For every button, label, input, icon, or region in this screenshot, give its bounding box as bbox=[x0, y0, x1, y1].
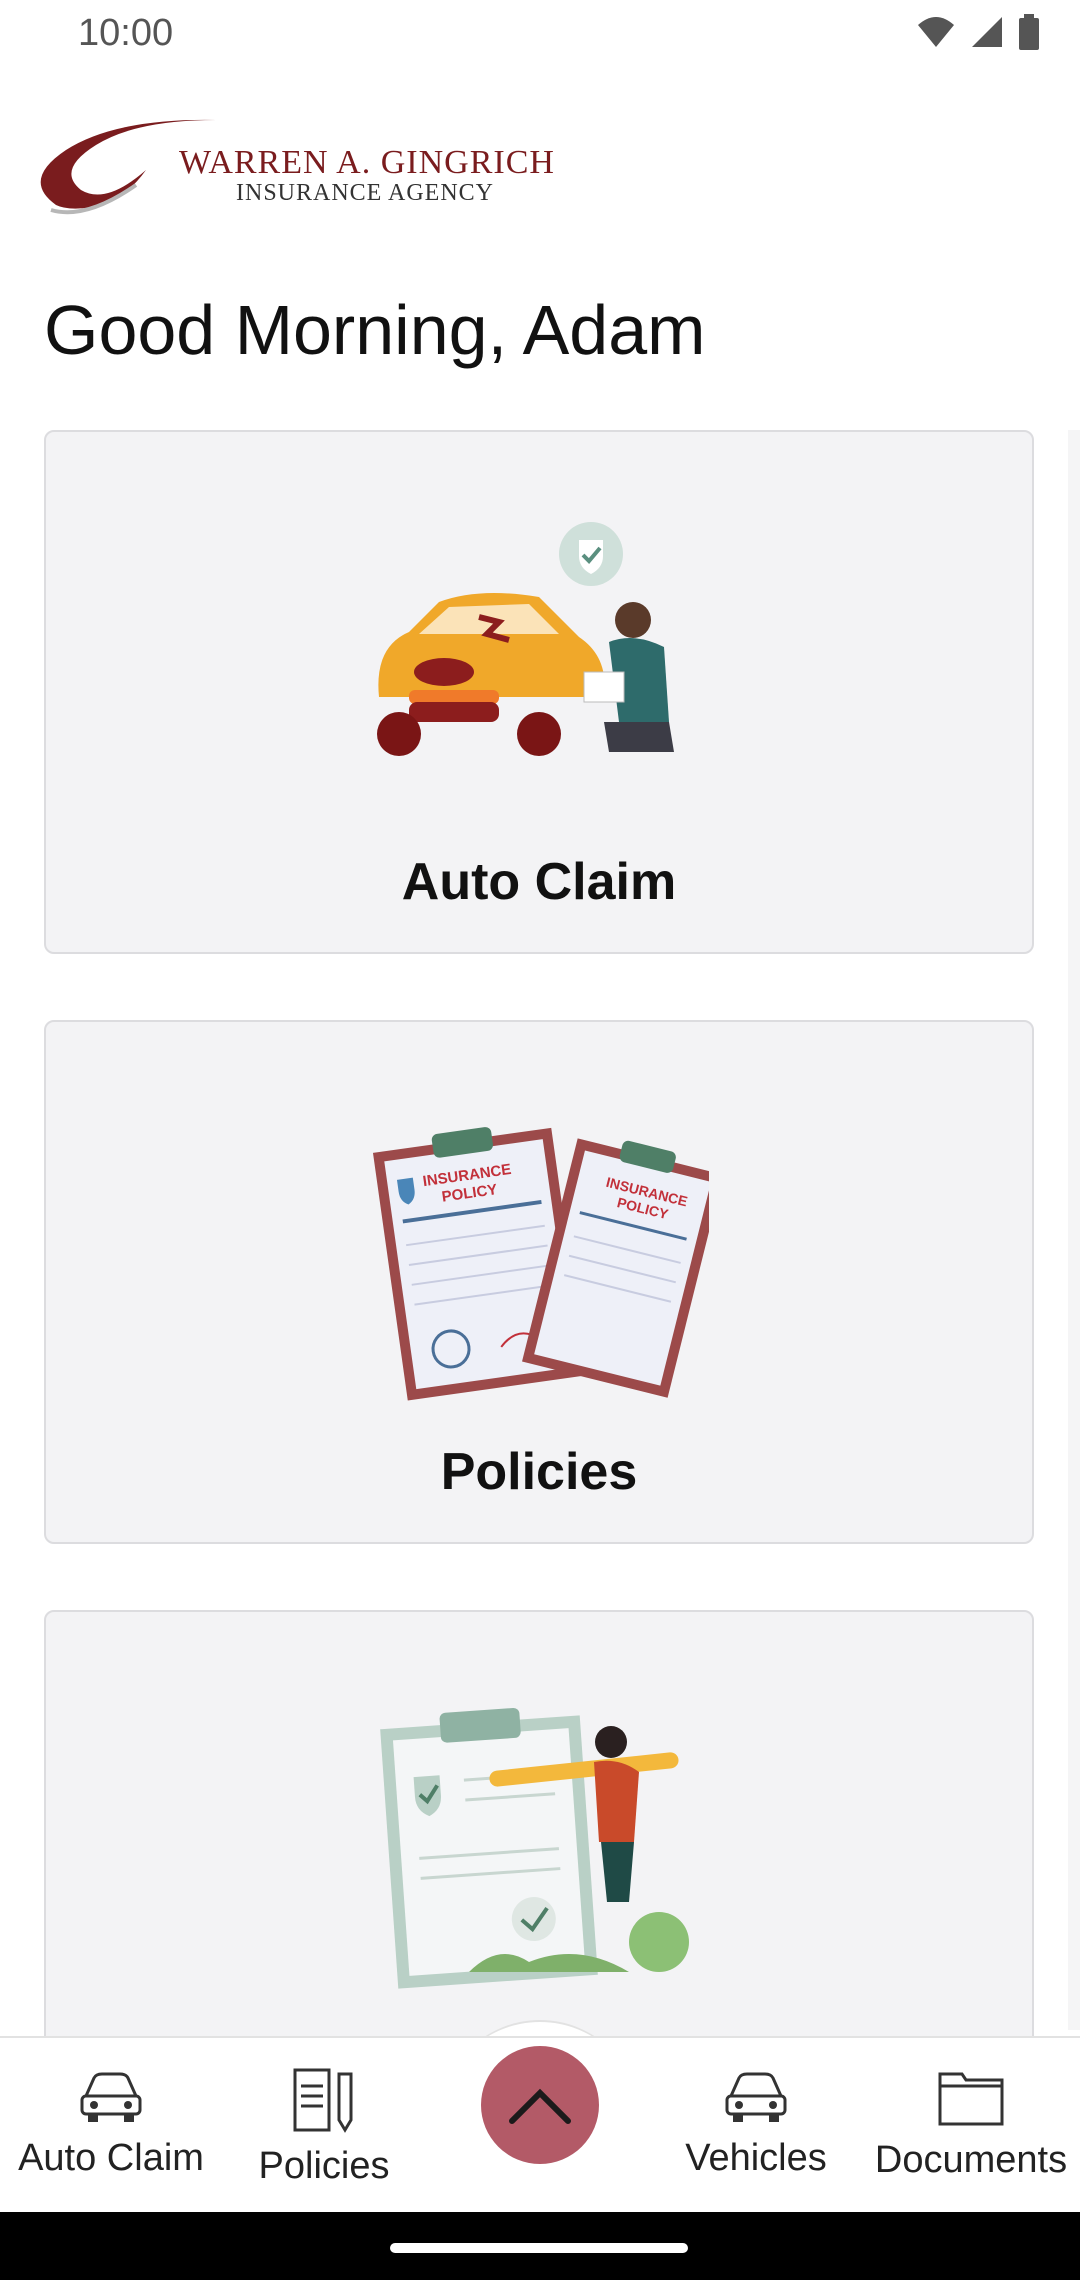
nav-vehicles[interactable]: Vehicles bbox=[676, 2066, 836, 2180]
scroll-edge bbox=[1068, 430, 1080, 2030]
policies-card[interactable]: INSURANCE POLICY INSURANCE POLICY Polici… bbox=[44, 1020, 1034, 1544]
home-gesture-handle[interactable] bbox=[390, 2243, 688, 2253]
expand-menu-button[interactable] bbox=[481, 2046, 599, 2164]
document-pen-icon bbox=[293, 2068, 353, 2133]
nav-vehicles-label: Vehicles bbox=[685, 2137, 827, 2179]
nav-documents[interactable]: Documents bbox=[866, 2066, 1076, 2182]
signal-icon bbox=[972, 17, 1002, 47]
auto-claim-card[interactable]: Auto Claim bbox=[44, 430, 1034, 954]
nav-policies-label: Policies bbox=[258, 2145, 390, 2187]
nav-auto-claim-label: Auto Claim bbox=[18, 2137, 204, 2179]
nav-policies[interactable]: Policies bbox=[244, 2066, 404, 2188]
wifi-icon bbox=[918, 17, 954, 47]
logo-subtitle: INSURANCE AGENCY bbox=[236, 180, 495, 206]
policies-label: Policies bbox=[440, 1443, 638, 1501]
insurance-policy-illustration: INSURANCE POLICY INSURANCE POLICY bbox=[372, 1127, 709, 1401]
auto-claim-label: Auto Claim bbox=[401, 853, 677, 911]
battery-icon bbox=[1019, 14, 1039, 50]
agency-logo: WARREN A. GINGRICH INSURANCE AGENCY bbox=[26, 110, 554, 230]
checklist-illustration bbox=[380, 1707, 689, 1989]
nav-documents-label: Documents bbox=[874, 2139, 1068, 2181]
logo-name: WARREN A. GINGRICH bbox=[179, 144, 555, 181]
folder-icon bbox=[938, 2072, 1004, 2126]
nav-auto-claim[interactable]: Auto Claim bbox=[6, 2066, 216, 2180]
car-icon bbox=[725, 2072, 787, 2122]
car-damage-illustration bbox=[377, 522, 674, 756]
greeting-heading: Good Morning, Adam bbox=[44, 291, 706, 369]
status-bar: 10:00 bbox=[0, 0, 1080, 72]
chevron-up-icon bbox=[509, 2088, 571, 2124]
car-icon bbox=[80, 2072, 142, 2122]
status-icons bbox=[916, 14, 1040, 50]
status-time: 10:00 bbox=[78, 12, 174, 54]
